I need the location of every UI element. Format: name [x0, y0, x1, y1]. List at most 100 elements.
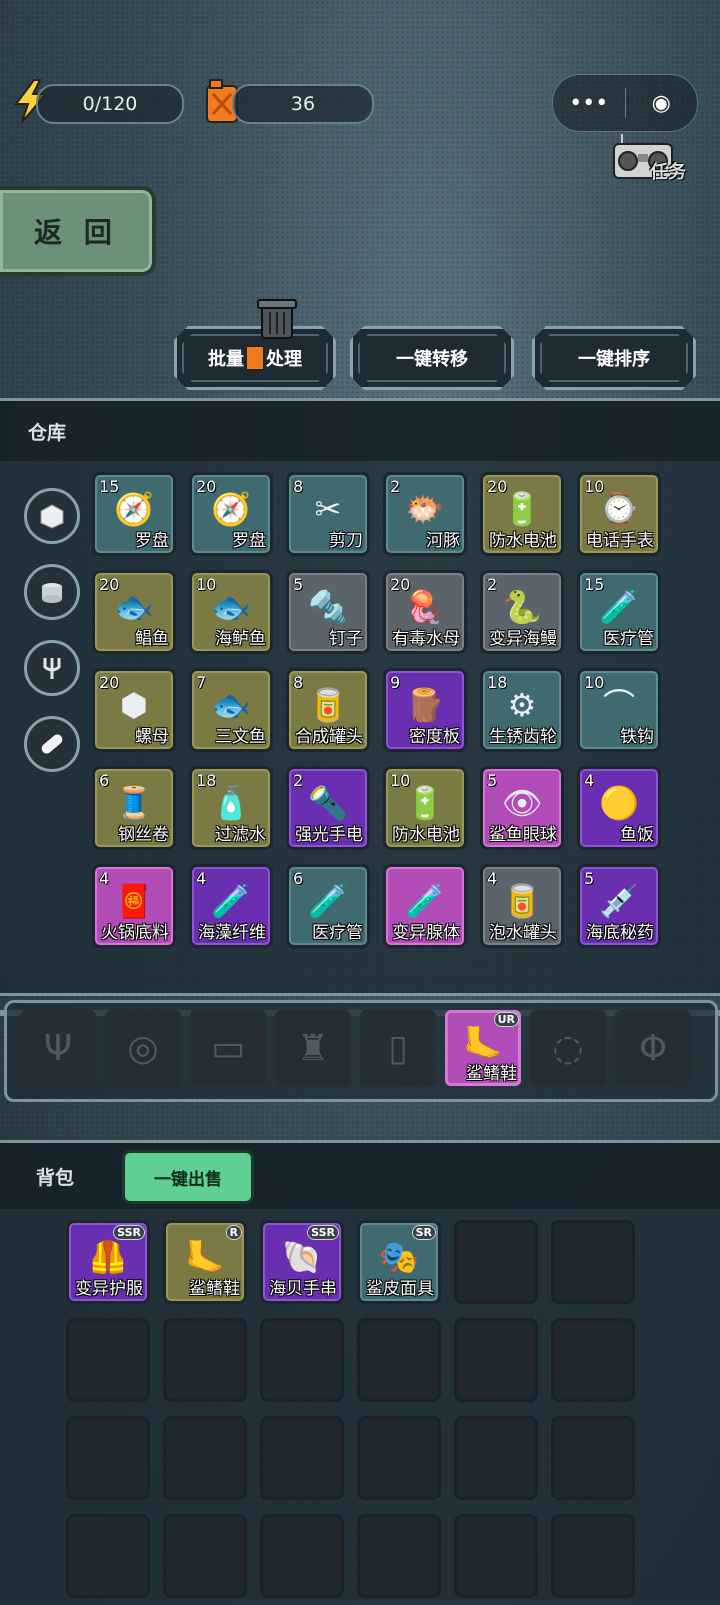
- backpack-empty-slot[interactable]: [357, 1318, 441, 1402]
- warehouse-item-slot[interactable]: 🧵 6 钢丝卷: [92, 766, 176, 850]
- warehouse-item-slot[interactable]: 🧪 变异腺体: [383, 864, 467, 948]
- backpack-empty-slot[interactable]: [163, 1318, 247, 1402]
- energy-counter: 0/120: [36, 84, 184, 124]
- backpack-empty-slot[interactable]: [551, 1416, 635, 1500]
- warehouse-item-slot[interactable]: 🐍 2 变异海鳗: [480, 570, 564, 654]
- item-count: 18: [196, 771, 217, 790]
- backpack-empty-slot[interactable]: [357, 1416, 441, 1500]
- item-name: 三文鱼: [215, 727, 266, 747]
- warehouse-item-slot[interactable]: 🧧 4 火锅底料: [92, 864, 176, 948]
- backpack-empty-slot[interactable]: [260, 1416, 344, 1500]
- warehouse-item-slot[interactable]: 🪵 9 密度板: [383, 668, 467, 752]
- item-name: 变异腺体: [392, 923, 460, 943]
- equipment-slot[interactable]: ♜: [275, 1010, 351, 1086]
- item-count: 2: [487, 575, 498, 594]
- item-name: 鲨鳍鞋: [189, 1279, 240, 1299]
- warehouse-item-slot[interactable]: 🧭 15 罗盘: [92, 472, 176, 556]
- warehouse-item-slot[interactable]: 🥫 4 泡水罐头: [480, 864, 564, 948]
- backpack-empty-slot[interactable]: [163, 1416, 247, 1500]
- warehouse-item-slot[interactable]: 💉 5 海底秘药: [577, 864, 661, 948]
- item-icon: 💉: [599, 882, 639, 921]
- rarity-badge: SSR: [113, 1225, 145, 1240]
- sort-all-button[interactable]: 一键排序: [532, 326, 696, 390]
- warehouse-item-slot[interactable]: ⌚ 10 电话手表: [577, 472, 661, 556]
- item-count: 15: [584, 575, 605, 594]
- backpack-empty-slot[interactable]: [66, 1416, 150, 1500]
- warehouse-item-slot[interactable]: 🥫 8 合成罐头: [286, 668, 370, 752]
- mask-icon: ◎: [127, 1027, 159, 1069]
- sell-all-button[interactable]: 一键出售: [122, 1150, 254, 1204]
- warehouse-item-slot[interactable]: 🧪 6 医疗管: [286, 864, 370, 948]
- warehouse-item-slot[interactable]: 🐟 10 海鲈鱼: [189, 570, 273, 654]
- item-icon: 🧭: [114, 490, 154, 529]
- item-name: 变异海鳗: [489, 629, 557, 649]
- warehouse-item-slot[interactable]: 🔋 10 防水电池: [383, 766, 467, 850]
- equipment-slot[interactable]: ◎: [105, 1010, 181, 1086]
- equipment-slot[interactable]: Φ: [615, 1010, 691, 1086]
- item-icon: 🐟: [211, 686, 251, 725]
- warehouse-item-slot[interactable]: 🔩 5 钉子: [286, 570, 370, 654]
- warehouse-item-slot[interactable]: 🧭 20 罗盘: [189, 472, 273, 556]
- item-count: 6: [293, 869, 304, 888]
- warehouse-item-slot[interactable]: 🐟 20 鲳鱼: [92, 570, 176, 654]
- backpack-empty-slot[interactable]: [454, 1220, 538, 1304]
- backpack-empty-slot[interactable]: [66, 1514, 150, 1598]
- warehouse-item-slot[interactable]: 👁 5 鲨鱼眼球: [480, 766, 564, 850]
- backpack-item-slot[interactable]: 🦶 R 鲨鳍鞋: [163, 1220, 247, 1304]
- backpack-empty-slot[interactable]: [551, 1514, 635, 1598]
- item-count: 8: [293, 477, 304, 496]
- warehouse-item-slot[interactable]: 🐟 7 三文鱼: [189, 668, 273, 752]
- warehouse-item-slot[interactable]: 🔋 20 防水电池: [480, 472, 564, 556]
- equipment-slot[interactable]: ▯: [360, 1010, 436, 1086]
- item-count: 10: [196, 575, 217, 594]
- category-box-tab[interactable]: [24, 488, 80, 544]
- task-label: 任务: [650, 162, 686, 183]
- trash-icon: [254, 296, 300, 344]
- warehouse-item-slot[interactable]: 🐡 2 河豚: [383, 472, 467, 556]
- warehouse-item-slot[interactable]: ⌒ 10 铁钩: [577, 668, 661, 752]
- backpack-empty-slot[interactable]: [66, 1318, 150, 1402]
- fuel-value: 36: [290, 93, 316, 115]
- backpack-empty-slot[interactable]: [357, 1514, 441, 1598]
- backpack-empty-slot[interactable]: [260, 1318, 344, 1402]
- warehouse-item-slot[interactable]: 🪼 20 有毒水母: [383, 570, 467, 654]
- item-count: 4: [584, 771, 595, 790]
- warehouse-item-slot[interactable]: ⚙ 18 生锈齿轮: [480, 668, 564, 752]
- item-icon: 🔦: [308, 784, 348, 823]
- backpack-item-slot[interactable]: 🦺 SSR 变异护服: [66, 1220, 150, 1304]
- item-icon: 🧪: [405, 882, 445, 921]
- warehouse-item-slot[interactable]: 🟡 4 鱼饭: [577, 766, 661, 850]
- backpack-empty-slot[interactable]: [163, 1514, 247, 1598]
- category-pill-tab[interactable]: [24, 716, 80, 772]
- transfer-all-button[interactable]: 一键转移: [350, 326, 514, 390]
- more-button[interactable]: •••: [553, 91, 625, 116]
- equipment-slot[interactable]: ▭: [190, 1010, 266, 1086]
- backpack-empty-slot[interactable]: [551, 1318, 635, 1402]
- warehouse-item-slot[interactable]: 🧪 4 海藻纤维: [189, 864, 273, 948]
- warehouse-item-slot[interactable]: 🧪 15 医疗管: [577, 570, 661, 654]
- category-can-tab[interactable]: [24, 564, 80, 620]
- warehouse-item-slot[interactable]: ⬢ 20 螺母: [92, 668, 176, 752]
- fuel-counter: 36: [232, 84, 374, 124]
- warehouse-header: 仓库: [0, 401, 720, 461]
- pill-icon: [41, 734, 63, 754]
- backpack-empty-slot[interactable]: [454, 1514, 538, 1598]
- category-fork-tab[interactable]: [24, 640, 80, 696]
- equipment-slot[interactable]: Ψ: [20, 1010, 96, 1086]
- warehouse-item-slot[interactable]: 🔦 2 强光手电: [286, 766, 370, 850]
- backpack-empty-slot[interactable]: [260, 1514, 344, 1598]
- backpack-empty-slot[interactable]: [454, 1416, 538, 1500]
- rarity-badge: SSR: [307, 1225, 339, 1240]
- close-button[interactable]: ◉: [626, 91, 698, 116]
- backpack-item-slot[interactable]: 🎭 SR 鲨皮面具: [357, 1220, 441, 1304]
- warehouse-item-slot[interactable]: 🧴 18 过滤水: [189, 766, 273, 850]
- rarity-badge: UR: [493, 1012, 519, 1027]
- equipment-slot[interactable]: ◌: [530, 1010, 606, 1086]
- backpack-item-slot[interactable]: 🐚 SSR 海贝手串: [260, 1220, 344, 1304]
- warehouse-item-slot[interactable]: ✂ 8 剪刀: [286, 472, 370, 556]
- backpack-empty-slot[interactable]: [551, 1220, 635, 1304]
- backpack-empty-slot[interactable]: [454, 1318, 538, 1402]
- equipment-slot[interactable]: 🦶 UR 鲨鳍鞋: [445, 1010, 521, 1086]
- item-name: 医疗管: [312, 923, 363, 943]
- back-button[interactable]: 返 回: [0, 186, 156, 276]
